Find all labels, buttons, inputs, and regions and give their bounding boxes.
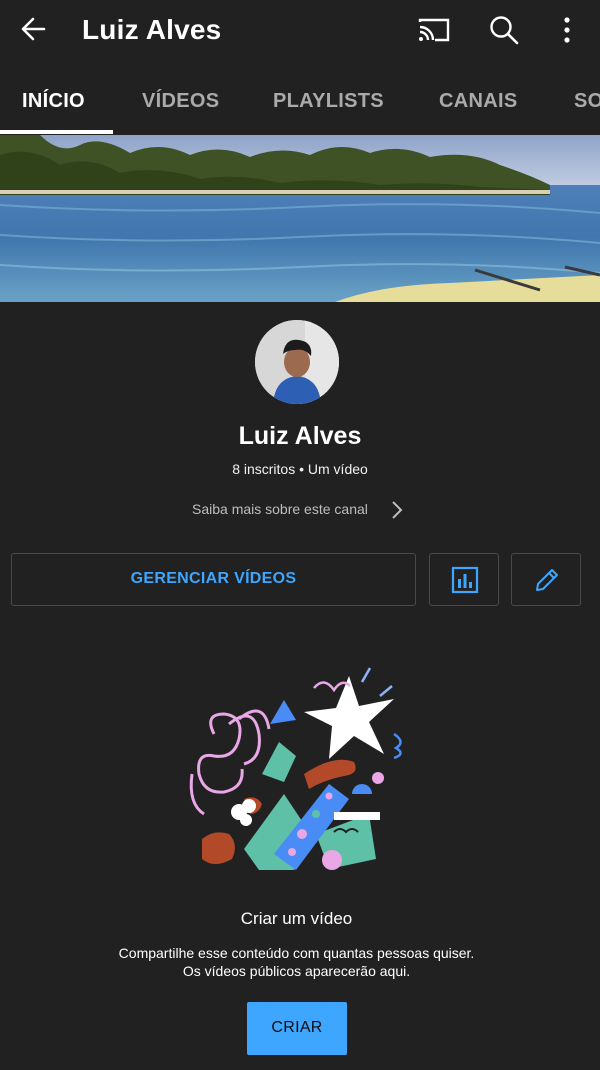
empty-state-description: Compartilhe esse conteúdo com quantas pe… — [0, 944, 593, 980]
analytics-button[interactable] — [429, 553, 499, 606]
banner-image — [0, 135, 600, 302]
bar-chart-icon — [451, 566, 479, 594]
empty-state-title: Criar um vídeo — [240, 909, 353, 928]
manage-videos-label: GERENCIAR VÍDEOS — [130, 570, 297, 587]
tab-about[interactable]: SOBRE — [574, 70, 600, 134]
create-video-illustration — [184, 664, 414, 878]
avatar-image — [255, 320, 339, 404]
more-vert-icon — [564, 17, 570, 43]
empty-state-line-2: Os vídeos públicos aparecerão aqui. — [182, 963, 411, 979]
tab-videos[interactable]: VÍDEOS — [142, 70, 219, 134]
edit-channel-button[interactable] — [511, 553, 581, 606]
tab-playlists[interactable]: PLAYLISTS — [273, 70, 384, 134]
empty-state-line-1: Compartilhe esse conteúdo com quantas pe… — [118, 945, 475, 961]
cast-icon — [418, 18, 450, 42]
channel-stats: 8 inscritos • Um vídeo — [232, 461, 368, 477]
manage-videos-button[interactable]: GERENCIAR VÍDEOS — [11, 553, 416, 606]
tab-channels[interactable]: CANAIS — [439, 70, 517, 134]
search-button[interactable] — [486, 12, 522, 48]
back-button[interactable] — [14, 12, 54, 48]
create-button-label: CRIAR — [271, 1019, 323, 1036]
pencil-icon — [536, 569, 558, 591]
channel-banner — [0, 135, 600, 302]
channel-name: Luiz Alves — [238, 422, 362, 450]
page-title: Luiz Alves — [82, 14, 222, 45]
arrow-left-icon — [21, 17, 46, 41]
cast-button[interactable] — [414, 14, 454, 46]
chevron-right-icon — [392, 501, 403, 519]
active-tab-indicator — [0, 130, 113, 134]
channel-avatar[interactable] — [255, 320, 339, 404]
about-channel-label: Saiba mais sobre este canal — [192, 501, 368, 517]
about-channel-link[interactable]: Saiba mais sobre este canal — [180, 496, 420, 522]
search-icon — [490, 16, 519, 45]
app-bar: Luiz Alves — [0, 0, 600, 62]
channel-tabs: INÍCIO VÍDEOS PLAYLISTS CANAIS SOBRE — [0, 70, 600, 134]
tab-home[interactable]: INÍCIO — [22, 70, 85, 134]
more-options-button[interactable] — [552, 12, 582, 48]
create-button[interactable]: CRIAR — [247, 1002, 347, 1055]
